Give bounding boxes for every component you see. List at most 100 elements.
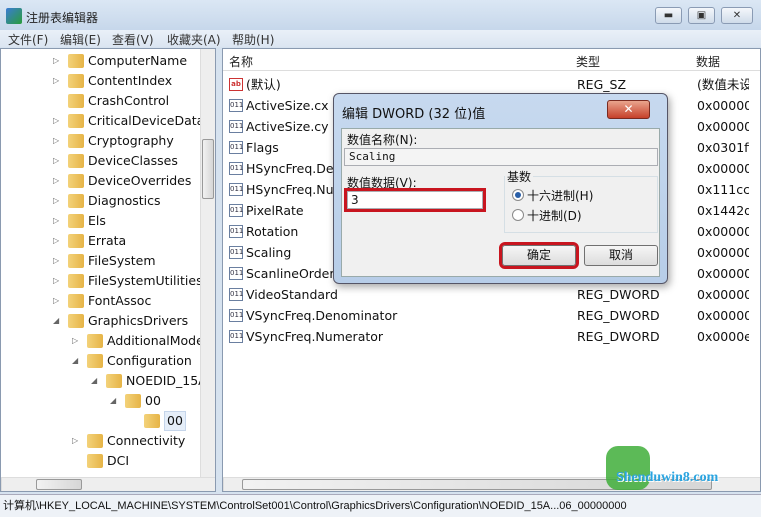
expand-arrow-icon[interactable]: ▷: [53, 271, 63, 291]
ok-button[interactable]: 确定: [499, 242, 579, 269]
expand-arrow-icon[interactable]: ▷: [53, 71, 63, 91]
binary-value-icon: 011: [229, 246, 243, 259]
folder-icon: [68, 134, 84, 148]
expand-arrow-icon[interactable]: ◢: [91, 371, 101, 391]
value-data: 0x000004: [697, 98, 749, 113]
watermark-text: Shenduwin8.com: [616, 470, 719, 485]
menu-edit[interactable]: 编辑(E): [60, 31, 101, 48]
list-row[interactable]: 011VideoStandard REG_DWORD 0x000000: [229, 284, 749, 305]
cancel-button[interactable]: 取消: [584, 245, 658, 266]
folder-icon: [68, 94, 84, 108]
binary-value-icon: 011: [229, 330, 243, 343]
expand-arrow-icon[interactable]: ▷: [53, 191, 63, 211]
value-name-label: 数值名称(N):: [347, 133, 418, 147]
expand-arrow-icon[interactable]: ▷: [53, 51, 63, 71]
value-data: 0x000003: [697, 119, 749, 134]
edit-dword-dialog: 编辑 DWORD (32 位)值 ✕ 数值名称(N): Scaling 数值数据…: [333, 93, 668, 284]
binary-value-icon: 011: [229, 162, 243, 175]
value-data: (数值未设置): [697, 77, 749, 92]
value-data-input[interactable]: 3: [344, 188, 486, 212]
expand-arrow-icon[interactable]: ◢: [72, 351, 82, 371]
binary-value-icon: 011: [229, 204, 243, 217]
expand-arrow-icon[interactable]: ▷: [72, 331, 82, 351]
expand-arrow-icon[interactable]: ◢: [110, 391, 120, 411]
value-name: Rotation: [246, 224, 299, 239]
value-type: REG_DWORD: [577, 287, 660, 302]
expand-arrow-icon[interactable]: ▷: [53, 251, 63, 271]
expand-arrow-icon[interactable]: ▷: [53, 231, 63, 251]
title-bar: 注册表编辑器 ▬ ▣ ✕: [0, 0, 761, 32]
base-group-label: 基数: [505, 168, 534, 185]
tree-item-label: DCI: [107, 453, 130, 468]
folder-icon: [87, 334, 103, 348]
dialog-close-button[interactable]: ✕: [607, 100, 650, 119]
expand-arrow-icon[interactable]: ▷: [53, 151, 63, 171]
value-name: ActiveSize.cx: [246, 98, 329, 113]
value-name: (默认): [246, 77, 281, 92]
window-title: 注册表编辑器: [26, 11, 99, 25]
binary-value-icon: 011: [229, 99, 243, 112]
tree-vertical-scrollbar[interactable]: [200, 49, 215, 477]
folder-icon: [106, 374, 122, 388]
value-type: REG_SZ: [577, 77, 627, 92]
string-value-icon: ab: [229, 78, 243, 91]
tree-item-label: FontAssoc: [88, 293, 152, 308]
tree-horizontal-scrollbar[interactable]: [1, 477, 215, 491]
menu-favorites[interactable]: 收藏夹(A): [167, 31, 221, 48]
tree-item-label: FileSystemUtilities: [88, 273, 203, 288]
expand-arrow-icon[interactable]: ▷: [53, 131, 63, 151]
value-data-label: 数值数据(V):: [347, 176, 417, 190]
tree-item-label: CrashControl: [88, 93, 170, 108]
tree-item-label: ComputerName: [88, 53, 188, 68]
value-type: REG_DWORD: [577, 329, 660, 344]
binary-value-icon: 011: [229, 120, 243, 133]
column-data[interactable]: 数据: [696, 53, 720, 70]
value-name: VSyncFreq.Numerator: [246, 329, 384, 344]
folder-icon: [68, 54, 84, 68]
expand-arrow-icon[interactable]: ▷: [53, 171, 63, 191]
menu-view[interactable]: 查看(V): [112, 31, 154, 48]
radio-button[interactable]: [512, 209, 524, 221]
menu-file[interactable]: 文件(F): [8, 31, 48, 48]
folder-icon: [87, 354, 103, 368]
tree-item-label: CriticalDeviceDatab: [88, 113, 213, 128]
list-row[interactable]: 011 VSyncFreq.Denominator REG_DWORD 0x00000…: [229, 305, 749, 326]
value-name-field: Scaling: [344, 148, 658, 166]
list-row[interactable]: 011VSyncFreq.Numerator REG_DWORD 0x0000ea: [229, 326, 749, 347]
value-data: 0x000000: [697, 224, 749, 239]
dialog-body: 数值名称(N): Scaling 数值数据(V): 3 基数 十六进制(H) 十…: [341, 128, 660, 277]
radio-button-selected[interactable]: [512, 189, 524, 201]
dialog-title: 编辑 DWORD (32 位)值: [342, 107, 486, 122]
radio-decimal-label: 十进制(D): [527, 209, 582, 223]
binary-value-icon: 011: [229, 288, 243, 301]
column-name[interactable]: 名称: [229, 53, 253, 70]
expand-arrow-icon[interactable]: ▷: [53, 211, 63, 231]
tree-item-label: ContentIndex: [88, 73, 173, 88]
expand-arrow-icon[interactable]: ◢: [53, 311, 63, 331]
binary-value-icon: 011: [229, 309, 243, 322]
tree-item-label: Diagnostics: [88, 193, 161, 208]
binary-value-icon: 011: [229, 183, 243, 196]
value-data: 0x0301ff8: [697, 140, 749, 155]
tree-item-label: Cryptography: [88, 133, 174, 148]
menu-help[interactable]: 帮助(H): [232, 31, 274, 48]
tree-item-label: 00: [145, 393, 161, 408]
column-type[interactable]: 类型: [576, 53, 600, 70]
value-data: 0x000000: [697, 287, 749, 302]
maximize-button[interactable]: ▣: [688, 7, 715, 24]
folder-icon: [68, 174, 84, 188]
expand-arrow-icon[interactable]: ▷: [53, 291, 63, 311]
close-button[interactable]: ✕: [721, 7, 753, 24]
scrollbar-thumb[interactable]: [202, 139, 214, 199]
expand-arrow-icon[interactable]: ▷: [53, 111, 63, 131]
list-row[interactable]: ab(默认) REG_SZ (数值未设置): [229, 74, 749, 95]
registry-tree[interactable]: ▷ ComputerName ▷ ContentIndex CrashControl ▷ C…: [0, 48, 216, 492]
minimize-button[interactable]: ▬: [655, 7, 682, 24]
watermark-logo: Shenduwin8.com: [600, 440, 760, 517]
tree-item-label: FileSystem: [88, 253, 156, 268]
scrollbar-thumb[interactable]: [36, 479, 82, 490]
tree-item-label: 00: [164, 411, 186, 431]
folder-icon: [125, 394, 141, 408]
expand-arrow-icon[interactable]: ▷: [72, 431, 82, 451]
regedit-icon: [6, 8, 22, 24]
